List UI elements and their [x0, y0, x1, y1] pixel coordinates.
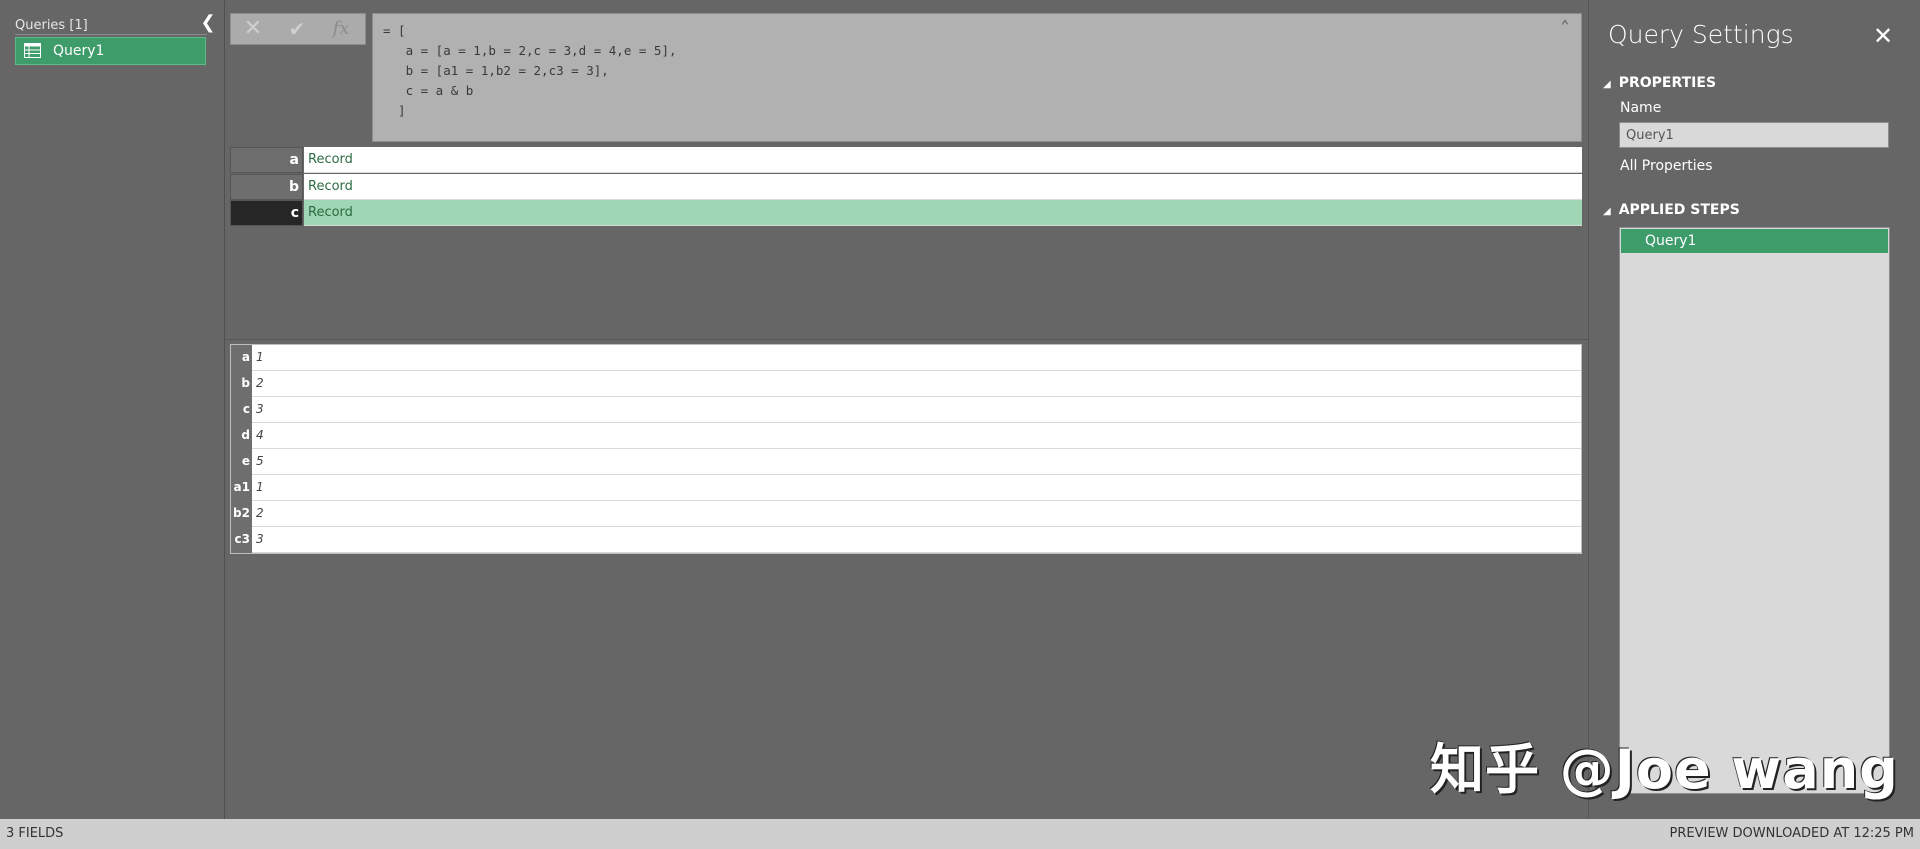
formula-buttons: ✕ ✔ fx [230, 13, 366, 45]
record-key: b [230, 174, 303, 200]
formula-text[interactable]: = [ a = [a = 1,b = 2,c = 3,d = 4,e = 5],… [383, 21, 677, 121]
close-icon[interactable]: ✕ [1871, 24, 1895, 48]
record-row[interactable]: b Record [230, 174, 1582, 200]
status-bar: 3 FIELDS PREVIEW DOWNLOADED AT 12:25 PM [0, 819, 1920, 849]
field-key: b [231, 371, 252, 397]
field-value: 4 [256, 428, 264, 442]
applied-steps-heading-label: APPLIED STEPS [1618, 202, 1740, 218]
check-icon[interactable]: ✔ [279, 16, 315, 42]
record-key: c [230, 200, 303, 226]
triangle-down-icon: ◢ [1603, 206, 1611, 217]
name-input[interactable] [1619, 122, 1889, 148]
pane-splitter[interactable] [224, 339, 1588, 340]
applied-step-item[interactable]: Query1 [1621, 229, 1888, 253]
field-value: 3 [256, 402, 264, 416]
field-preview-grid: a 1 b 2 c 3 d 4 e 5 a1 1 b2 2 c3 3 [230, 344, 1582, 554]
record-link[interactable]: Record [304, 200, 1582, 226]
chevron-left-icon[interactable]: ❮ [198, 13, 218, 33]
field-key: e [231, 449, 252, 475]
field-value: 2 [256, 506, 264, 520]
field-value: 1 [256, 350, 264, 364]
triangle-down-icon: ◢ [1603, 79, 1611, 90]
queries-header: Queries [1] [15, 18, 207, 35]
record-preview-grid: a Record b Record c Record [230, 147, 1582, 227]
record-link[interactable]: Record [304, 174, 1582, 200]
field-key: c3 [231, 527, 252, 553]
all-properties-link[interactable]: All Properties [1620, 158, 1713, 174]
applied-steps-heading[interactable]: ◢ APPLIED STEPS [1603, 202, 1740, 218]
field-key: c [231, 397, 252, 423]
formula-editor[interactable]: = [ a = [a = 1,b = 2,c = 3,d = 4,e = 5],… [372, 13, 1582, 142]
field-row: c3 3 [231, 527, 1581, 553]
status-field-count: 3 FIELDS [6, 826, 64, 841]
fx-button[interactable]: fx [323, 16, 359, 42]
properties-heading[interactable]: ◢ PROPERTIES [1603, 75, 1716, 91]
field-value: 3 [256, 532, 264, 546]
properties-heading-label: PROPERTIES [1618, 75, 1717, 91]
table-icon [24, 43, 41, 58]
record-row-selected[interactable]: c Record [230, 200, 1582, 226]
record-key: a [230, 147, 303, 173]
field-key: d [231, 423, 252, 449]
field-row: b 2 [231, 371, 1581, 397]
field-row: c 3 [231, 397, 1581, 423]
field-row: a1 1 [231, 475, 1581, 501]
applied-steps-list: Query1 [1619, 227, 1890, 794]
status-preview-time: PREVIEW DOWNLOADED AT 12:25 PM [1669, 826, 1915, 841]
record-row[interactable]: a Record [230, 147, 1582, 173]
field-key: a1 [231, 475, 252, 501]
name-label: Name [1620, 100, 1662, 116]
field-row: a 1 [231, 345, 1581, 371]
field-row: b2 2 [231, 501, 1581, 527]
field-value: 1 [256, 480, 264, 494]
query-settings-pane: Query Settings ✕ ◢ PROPERTIES Name All Pr… [1588, 0, 1920, 819]
record-link[interactable]: Record [304, 147, 1582, 173]
chevron-up-icon[interactable]: ⌃ [1557, 18, 1573, 34]
field-value: 2 [256, 376, 264, 390]
field-row: d 4 [231, 423, 1581, 449]
field-row: e 5 [231, 449, 1581, 475]
field-value: 5 [256, 454, 264, 468]
queries-pane: Queries [1] ❮ Query1 [0, 0, 225, 819]
settings-title: Query Settings [1608, 20, 1794, 49]
close-icon[interactable]: ✕ [235, 16, 271, 42]
query-list-item[interactable]: Query1 [15, 37, 206, 65]
field-key: a [231, 345, 252, 371]
watermark: 知乎 @Joe wang [1430, 738, 1899, 801]
field-key: b2 [231, 501, 252, 527]
query-list-item-label: Query1 [53, 43, 105, 59]
